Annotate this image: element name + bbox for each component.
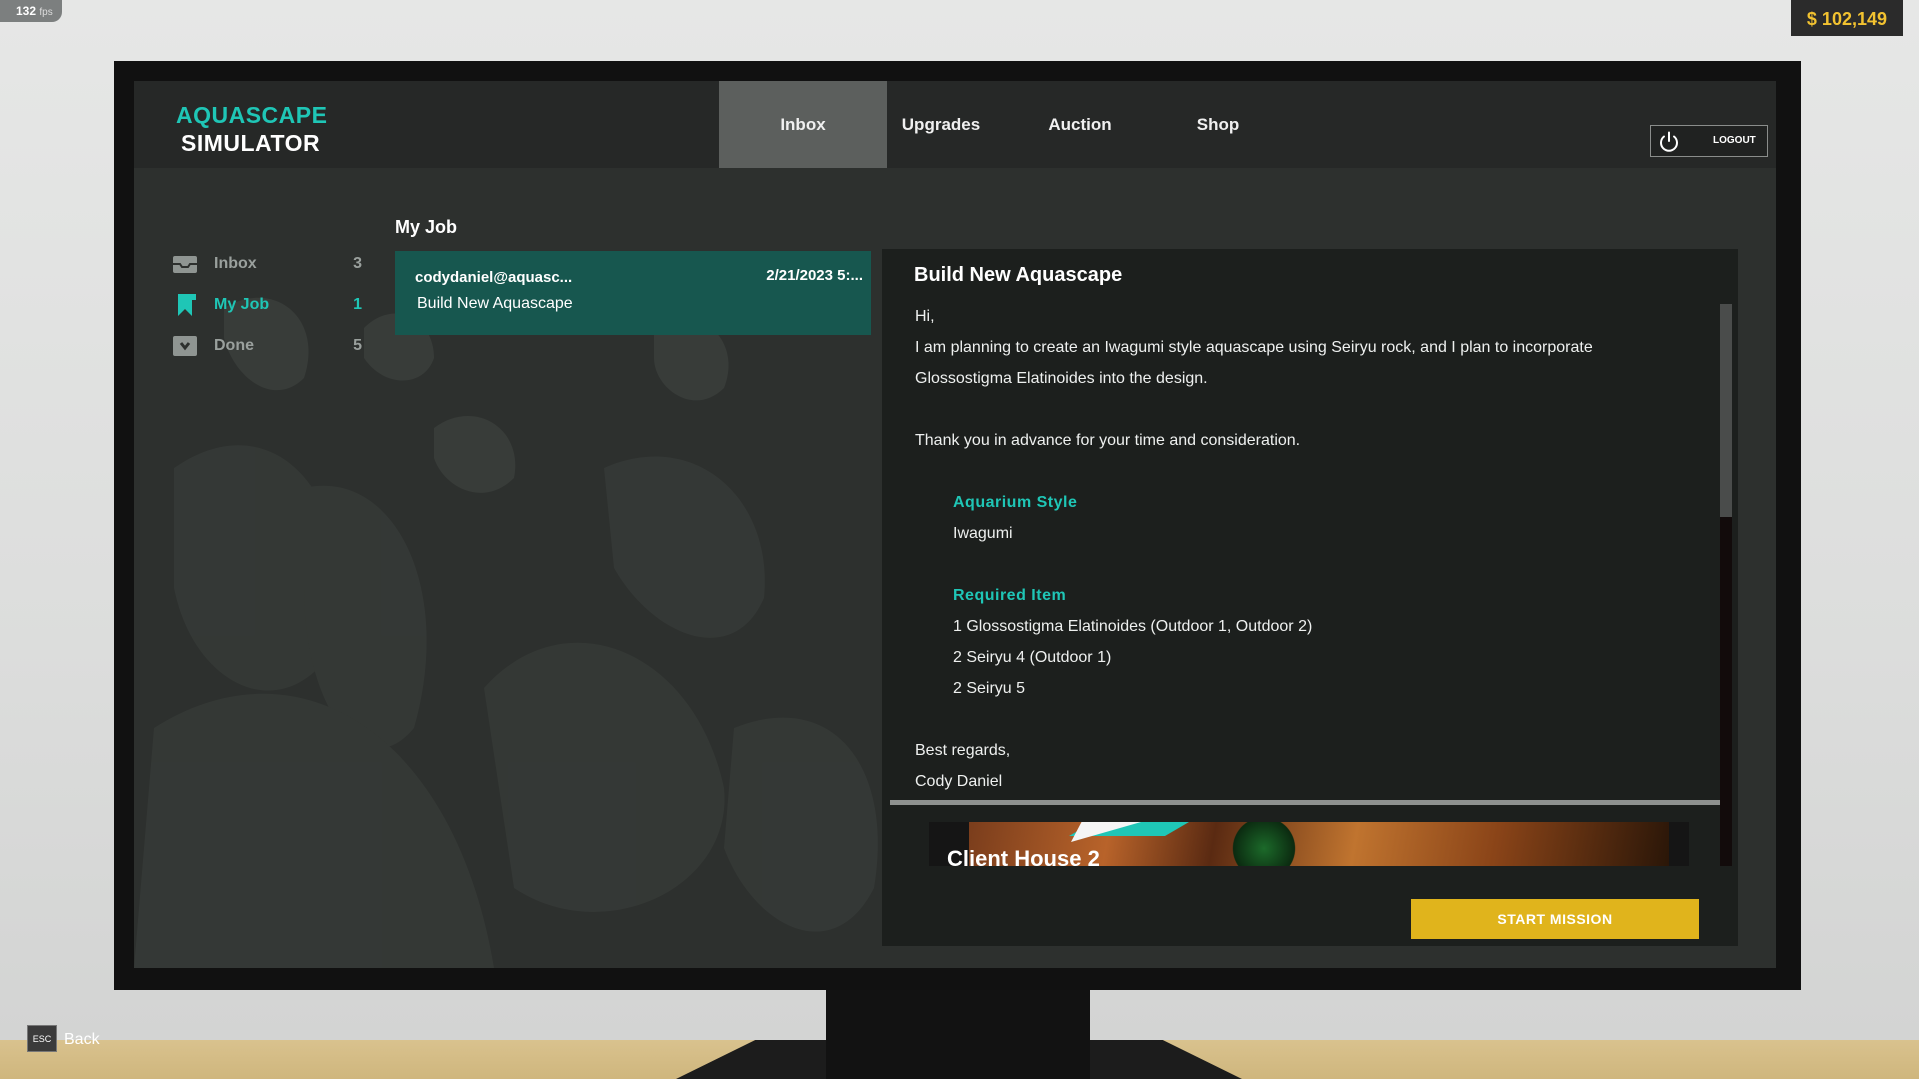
sidebar-item-count: 1 [353,296,362,313]
fps-unit: fps [39,7,53,18]
mail-detail-panel: Build New Aquascape Hi, I am planning to… [882,249,1738,946]
aquarium-style-value: Iwagumi [953,525,1013,542]
sidebar-item-count: 5 [353,337,362,354]
sidebar-item-label: My Job [214,296,270,313]
required-item: 2 Seiryu 4 (Outdoor 1) [953,649,1112,666]
logo-line-simulator: SIMULATOR [181,130,321,156]
logo-line-aquascape: AQUASCAPE [176,102,328,128]
archive-box-icon [173,336,197,356]
mail-sender: codydaniel@aquasc... [415,269,573,286]
location-preview-image: Client House 2 [929,822,1689,866]
top-navigation-bar: AQUASCAPE SIMULATOR Inbox Upgrades Aucti… [134,81,1776,168]
game-logo: AQUASCAPE SIMULATOR [176,101,327,157]
back-label[interactable]: Back [64,1031,100,1049]
mail-list-title: My Job [395,217,458,237]
mail-paragraph: Thank you in advance for your time and c… [915,432,1301,449]
power-icon [1660,131,1678,152]
mail-signature: Cody Daniel [915,773,1003,790]
mail-subject: Build New Aquascape [417,295,573,312]
required-item-heading: Required Item [953,587,1067,604]
sidebar-item-label: Inbox [214,255,257,272]
fps-counter: 132 fps [0,0,62,22]
required-item: 2 Seiryu 5 [953,680,1026,697]
location-preview-title: Client House 2 [947,846,1100,866]
inbox-tray-icon [173,256,197,273]
mail-detail-title: Build New Aquascape [914,264,1123,286]
required-item: 1 Glossostigma Elatinoides (Outdoor 1, O… [953,618,1313,635]
logout-label: LOGOUT [1713,135,1756,146]
scrollbar-thumb[interactable] [1720,304,1732,517]
monitor-bezel: AQUASCAPE SIMULATOR Inbox Upgrades Aucti… [114,61,1801,990]
sidebar-item-label: Done [214,337,254,354]
mail-paragraph-line: I am planning to create an Iwagumi style… [915,339,1593,356]
bookmark-icon [178,294,196,316]
sidebar-item-done[interactable]: Done 5 [172,331,362,361]
sidebar-item-my-job[interactable]: My Job 1 [172,290,362,320]
esc-key-icon[interactable]: ESC [27,1025,57,1052]
mail-greeting: Hi, [915,308,935,325]
computer-screen: AQUASCAPE SIMULATOR Inbox Upgrades Aucti… [134,81,1776,968]
logout-button[interactable]: LOGOUT [1650,125,1768,157]
sidebar-item-count: 3 [353,255,362,272]
fps-value: 132 [16,4,37,18]
monitor-stand-neck [826,988,1090,1079]
aquarium-style-heading: Aquarium Style [953,494,1078,511]
mail-date: 2/21/2023 5:... [766,267,863,284]
money-display: $ 102,149 [1790,0,1903,36]
content-divider [890,800,1720,805]
tab-shop[interactable]: Shop [1134,81,1302,168]
mail-paragraph-line: Glossostigma Elatinoides into the design… [915,370,1208,387]
mail-list-item[interactable]: codydaniel@aquasc... 2/21/2023 5:... Bui… [395,251,871,335]
mail-body: Hi, I am planning to create an Iwagumi s… [915,301,1705,801]
mail-closing: Best regards, [915,742,1011,759]
sidebar-item-inbox[interactable]: Inbox 3 [172,249,362,279]
start-mission-button[interactable]: START MISSION [1411,899,1699,939]
